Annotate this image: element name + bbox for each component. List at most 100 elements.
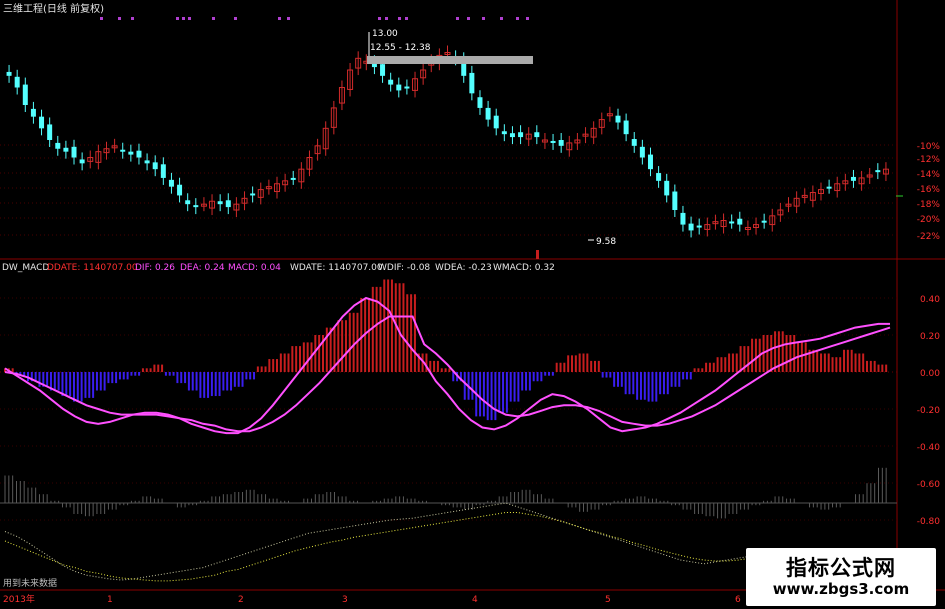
dea-label: DEA: 0.24 <box>180 263 225 273</box>
candle-body <box>485 107 491 120</box>
candle-body <box>225 200 231 208</box>
candle-body <box>185 200 191 205</box>
candle-body <box>47 124 53 140</box>
candle-body <box>22 84 28 105</box>
candle-body <box>120 149 126 152</box>
signal-marker <box>405 17 408 20</box>
time-tick: 5 <box>605 595 611 605</box>
dif-label: DIF: 0.26 <box>135 263 175 273</box>
candle-body <box>152 162 158 170</box>
low-price-label: 9.58 <box>596 237 616 247</box>
candle-body <box>509 133 515 138</box>
signal-marker <box>212 17 215 20</box>
high-price-label: 13.00 <box>372 29 398 39</box>
signal-marker <box>516 17 519 20</box>
candle-body <box>79 159 85 164</box>
price-tick: -12% <box>917 155 941 165</box>
signal-marker <box>100 17 103 20</box>
candle-body <box>639 146 645 158</box>
signal-marker <box>188 17 191 20</box>
chart-canvas: 三维工程(日线 前复权) 13.00 12.55 - 12.38 9.58 -1… <box>0 0 945 609</box>
candle-body <box>875 170 881 173</box>
candle-body <box>534 132 540 138</box>
candle-body <box>631 139 637 146</box>
candle-body <box>680 212 686 225</box>
candle-body <box>63 147 69 152</box>
signal-marker <box>131 17 134 20</box>
candle-body <box>477 97 483 108</box>
signal-marker <box>176 17 179 20</box>
ddate-label: DDATE: 1140707.00 <box>47 263 138 273</box>
candle-body <box>737 218 743 225</box>
candle-body <box>128 151 134 155</box>
candle-body <box>290 177 296 180</box>
watermark-box: 指标公式网 www.zbgs3.com <box>746 548 936 606</box>
candle-body <box>501 131 507 135</box>
candle-body <box>518 132 524 138</box>
signal-marker <box>378 17 381 20</box>
time-tick: 2 <box>238 595 244 605</box>
candle-body <box>761 220 767 223</box>
candle-body <box>696 225 702 228</box>
volume-tick <box>536 250 539 259</box>
macd-tick: -0.20 <box>917 406 941 416</box>
candle-body <box>193 205 199 208</box>
candle-body <box>177 184 183 196</box>
signal-marker <box>234 17 237 20</box>
macd-tick: -0.80 <box>917 517 941 527</box>
signal-marker <box>456 17 459 20</box>
candle-body <box>39 116 45 129</box>
signal-marker <box>287 17 290 20</box>
time-tick: 6 <box>735 595 741 605</box>
price-tick: -16% <box>917 185 941 195</box>
signal-marker <box>398 17 401 20</box>
time-tick: 2013年 <box>3 593 35 605</box>
wdea-label: WDEA: -0.23 <box>435 263 492 273</box>
signal-marker <box>182 17 185 20</box>
time-tick: 1 <box>107 595 113 605</box>
range-label: 12.55 - 12.38 <box>370 43 431 53</box>
wdif-label: WDIF: -0.08 <box>378 263 430 273</box>
price-range-bar <box>367 56 533 64</box>
candle-body <box>493 115 499 129</box>
signal-marker <box>385 17 388 20</box>
time-tick: 3 <box>342 595 348 605</box>
macd-tick: -0.40 <box>917 443 941 453</box>
candle-body <box>469 72 475 94</box>
candle-body <box>664 180 670 196</box>
price-tick: -18% <box>917 200 941 210</box>
wmacd-label: WMACD: 0.32 <box>493 263 555 273</box>
candle-body <box>672 191 678 210</box>
signal-marker <box>482 17 485 20</box>
watermark-title: 指标公式网 <box>786 556 896 580</box>
candle-body <box>826 186 832 189</box>
signal-marker <box>526 17 529 20</box>
candle-body <box>250 193 256 196</box>
signal-marker <box>467 17 470 20</box>
price-tick: -22% <box>917 232 941 242</box>
candle-body <box>144 160 150 164</box>
watermark-url: www.zbgs3.com <box>772 580 910 598</box>
macd-tick: -0.60 <box>917 480 941 490</box>
candle-body <box>55 142 61 149</box>
stock-title: 三维工程(日线 前复权) <box>3 2 104 15</box>
time-tick: 4 <box>472 595 478 605</box>
candle-body <box>850 176 856 181</box>
indicator-name: DW_MACD <box>2 263 49 273</box>
macd-tick: 0.00 <box>920 369 940 379</box>
bottom-note: 用到未来数据 <box>3 577 57 589</box>
candle-body <box>550 140 556 143</box>
candle-body <box>30 108 36 117</box>
signal-marker <box>278 17 281 20</box>
candle-body <box>404 86 410 89</box>
macd-label: MACD: 0.04 <box>228 263 281 273</box>
candle-body <box>729 221 735 224</box>
signal-marker <box>118 17 121 20</box>
candle-body <box>688 223 694 231</box>
candle-body <box>388 79 394 85</box>
candle-body <box>217 201 223 205</box>
candle-body <box>656 173 662 181</box>
candle-body <box>71 146 77 158</box>
price-tick: -10% <box>917 142 941 152</box>
candle-body <box>647 154 653 170</box>
